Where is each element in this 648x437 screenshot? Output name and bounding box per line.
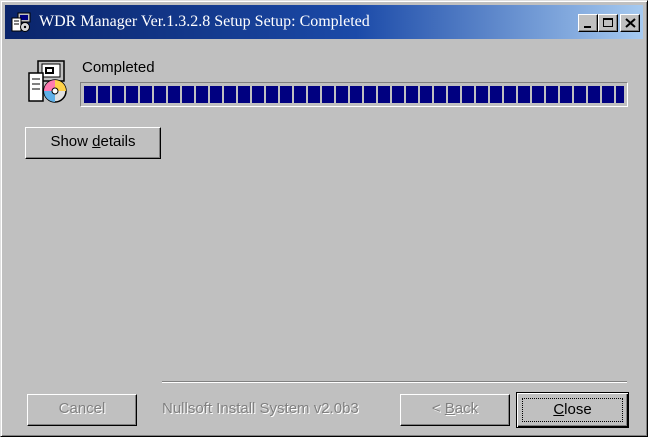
minimize-icon [584,26,591,28]
show-details-accel: d [92,133,101,150]
close-accel: C [553,401,565,418]
progress-fill [84,86,624,103]
back-button[interactable]: < Back [400,394,510,426]
close-window-button[interactable] [620,14,640,32]
setup-window: WDR Manager Ver.1.3.2.8 Setup Setup: Com… [0,0,648,437]
window-title: WDR Manager Ver.1.3.2.8 Setup Setup: Com… [39,13,370,30]
title-bar[interactable]: WDR Manager Ver.1.3.2.8 Setup Setup: Com… [5,5,643,39]
close-label-suffix: lose [564,401,592,418]
install-disc-icon [28,60,67,103]
show-details-label-prefix: Show [50,133,93,150]
show-details-button[interactable]: Show details [25,127,161,159]
maximize-icon [603,18,613,27]
back-label-prefix: < [431,400,445,417]
branding-text: Nullsoft Install System v2.0b3 [162,400,359,417]
minimize-button[interactable] [578,14,598,32]
cancel-button[interactable]: Cancel [27,394,137,426]
show-details-label-suffix: etails [100,133,136,150]
progress-bar [80,82,628,107]
close-button[interactable]: Close [516,392,629,428]
footer-separator [162,381,627,383]
close-button-focus: Close [522,398,623,422]
close-icon [625,18,636,28]
maximize-button[interactable] [598,14,618,32]
installer-icon [11,12,31,32]
back-label-suffix: ack [454,400,479,417]
back-accel: B [444,400,455,417]
status-text: Completed [82,59,155,76]
